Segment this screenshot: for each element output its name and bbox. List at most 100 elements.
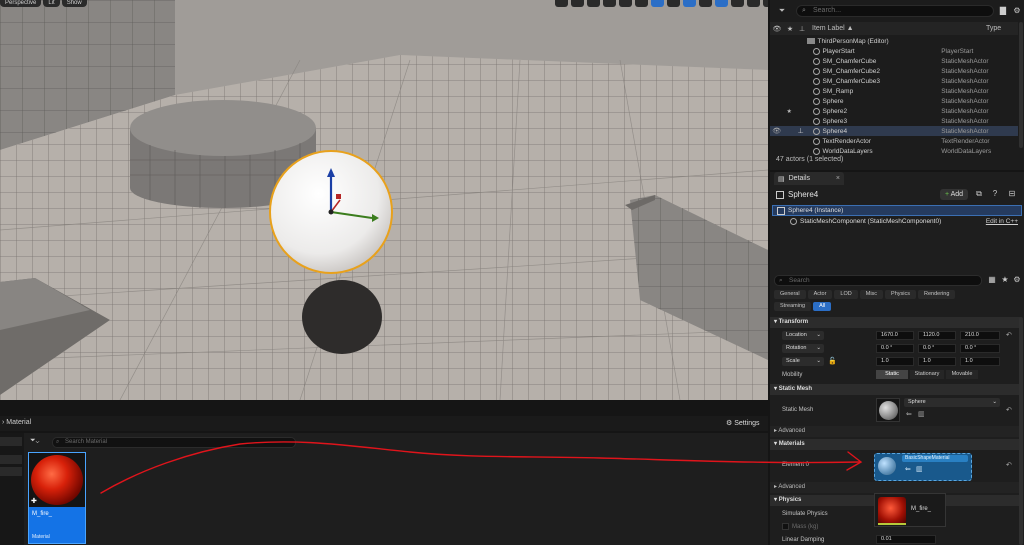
rotation-y-field[interactable]: 0.0 ° bbox=[918, 344, 956, 353]
reset-icon[interactable]: ↶ bbox=[1006, 331, 1012, 339]
gear-icon[interactable]: ⚙ bbox=[1012, 6, 1022, 15]
rotation-size-button[interactable] bbox=[699, 0, 712, 7]
category-general[interactable]: General bbox=[774, 290, 806, 299]
browse-folder-icon[interactable]: ▥ bbox=[918, 410, 925, 418]
reset-icon[interactable]: ↶ bbox=[1006, 461, 1012, 469]
grid-snap-button[interactable] bbox=[651, 0, 664, 7]
component-root[interactable]: Sphere4 (Instance) bbox=[772, 205, 1022, 216]
select-mode-button[interactable] bbox=[555, 0, 568, 7]
details-search-input[interactable]: ⌕ Search bbox=[774, 275, 982, 286]
add-component-button[interactable]: + Add bbox=[940, 189, 968, 200]
category-actor[interactable]: Actor bbox=[807, 290, 833, 299]
location-dropdown[interactable]: Location ⌄ bbox=[782, 331, 824, 340]
grid-view-icon[interactable]: ▦ bbox=[987, 275, 997, 284]
category-all[interactable]: All bbox=[813, 302, 832, 311]
item-label-column[interactable]: Item Label ▲ bbox=[808, 25, 938, 32]
outliner-row[interactable]: SM_ChamferCube3 StaticMeshActor bbox=[770, 76, 1018, 86]
lock-scale-icon[interactable]: 🔓 bbox=[828, 357, 837, 365]
rotation-dropdown[interactable]: Rotation ⌄ bbox=[782, 344, 824, 353]
help-icon[interactable]: ? bbox=[990, 189, 1000, 200]
star-icon[interactable]: ★ bbox=[1000, 275, 1010, 284]
materials-section-header[interactable]: ▾ Materials bbox=[770, 439, 1020, 450]
scale-dropdown[interactable]: Scale ⌄ bbox=[782, 357, 824, 366]
static-mesh-section-header[interactable]: ▾ Static Mesh bbox=[770, 384, 1020, 395]
pin-column-icon[interactable]: ⊥ bbox=[796, 25, 808, 33]
translate-button[interactable] bbox=[571, 0, 584, 7]
world-local-button[interactable] bbox=[619, 0, 632, 7]
outliner-scrollbar[interactable] bbox=[1019, 22, 1023, 148]
outliner-row[interactable]: Sphere3 StaticMeshActor bbox=[770, 116, 1018, 126]
outliner-row[interactable]: WorldDataLayers WorldDataLayers bbox=[770, 146, 1018, 156]
static-mesh-advanced[interactable]: ▸ Advanced bbox=[770, 426, 1020, 437]
rotation-snap-button[interactable] bbox=[683, 0, 696, 7]
scale-z-field[interactable]: 1.0 bbox=[960, 357, 1000, 366]
gear-icon[interactable]: ⚙ bbox=[1012, 275, 1022, 284]
outliner-row[interactable]: SM_ChamferCube StaticMeshActor bbox=[770, 56, 1018, 66]
outliner-row[interactable]: PlayerStart PlayerStart bbox=[770, 46, 1018, 56]
add-folder-icon[interactable]: ▇ bbox=[998, 6, 1008, 15]
asset-tile[interactable]: ✚ M_fire_ Material bbox=[28, 452, 86, 544]
location-y-field[interactable]: 1120.0 bbox=[918, 331, 956, 340]
category-lod[interactable]: LOD bbox=[834, 290, 858, 299]
scale-x-field[interactable]: 1.0 bbox=[876, 357, 914, 366]
breadcrumb[interactable]: › Material bbox=[2, 419, 31, 426]
lock-icon[interactable]: ⊟ bbox=[1007, 189, 1017, 200]
surface-snap-button[interactable] bbox=[635, 0, 648, 7]
rotation-z-field[interactable]: 0.0 ° bbox=[960, 344, 1000, 353]
materials-advanced[interactable]: ▸ Advanced bbox=[770, 482, 1020, 493]
show-button[interactable]: Show bbox=[61, 0, 87, 7]
static-mesh-dropdown[interactable]: Sphere ⌄ bbox=[904, 398, 1000, 407]
material-dropdown[interactable]: BasicShapeMaterial bbox=[902, 455, 968, 462]
static-mesh-thumbnail[interactable] bbox=[876, 398, 900, 422]
content-search-input[interactable]: ⌕ Search Material bbox=[52, 437, 296, 448]
viewport-scene[interactable] bbox=[0, 0, 768, 400]
mobility-stationary-button[interactable]: Stationary bbox=[910, 370, 944, 379]
camera-speed-button[interactable] bbox=[747, 0, 760, 7]
mobility-movable-button[interactable]: Movable bbox=[946, 370, 978, 379]
visibility-eye-icon[interactable]: 👁 bbox=[770, 127, 783, 135]
browse-arrow-icon[interactable]: ⇐ bbox=[906, 410, 912, 418]
maximize-viewport-button[interactable] bbox=[763, 0, 768, 7]
settings-button[interactable]: ⚙ Settings bbox=[726, 419, 760, 427]
filter-icon[interactable]: ⏷ bbox=[772, 6, 792, 16]
outliner-row[interactable]: SM_ChamferCube2 StaticMeshActor bbox=[770, 66, 1018, 76]
category-misc[interactable]: Misc bbox=[859, 290, 884, 299]
outliner-row[interactable]: 👁 ⊥ Sphere4 StaticMeshActor bbox=[770, 126, 1018, 136]
reset-icon[interactable]: ↶ bbox=[1006, 406, 1012, 414]
category-physics[interactable]: Physics bbox=[885, 290, 916, 299]
details-scrollbar[interactable] bbox=[1019, 317, 1023, 545]
rotate-button[interactable] bbox=[587, 0, 600, 7]
mass-checkbox[interactable] bbox=[782, 523, 789, 530]
filter-icon[interactable]: ⏷⌄ bbox=[30, 437, 39, 445]
rotation-x-field[interactable]: 0.0 ° bbox=[876, 344, 914, 353]
perspective-button[interactable]: Perspective bbox=[0, 0, 42, 7]
lit-button[interactable]: Lit bbox=[43, 0, 60, 7]
scale-size-button[interactable] bbox=[731, 0, 744, 7]
scale-y-field[interactable]: 1.0 bbox=[918, 357, 956, 366]
location-x-field[interactable]: 1670.0 bbox=[876, 331, 914, 340]
browse-arrow-icon[interactable]: ⇐ bbox=[905, 465, 911, 473]
linear-damping-field[interactable]: 0.01 bbox=[876, 535, 936, 544]
tab-details[interactable]: ▤ Details × bbox=[774, 172, 844, 185]
grid-size-button[interactable] bbox=[667, 0, 680, 7]
visibility-column-icon[interactable]: 👁 bbox=[770, 25, 784, 33]
outliner-row[interactable]: ThirdPersonMap (Editor) bbox=[770, 36, 1018, 46]
outliner-row[interactable]: Sphere StaticMeshActor bbox=[770, 96, 1018, 106]
edit-in-cpp-link[interactable]: Edit in C++ bbox=[986, 218, 1018, 225]
category-rendering[interactable]: Rendering bbox=[918, 290, 956, 299]
outliner-row[interactable]: SM_Ramp StaticMeshActor bbox=[770, 86, 1018, 96]
type-column[interactable]: Type bbox=[938, 25, 1001, 32]
transform-section-header[interactable]: ▾ Transform bbox=[770, 317, 1020, 328]
blueprint-icon[interactable]: ⧉ bbox=[974, 189, 984, 200]
location-z-field[interactable]: 210.0 bbox=[960, 331, 1000, 340]
pin-icon[interactable]: ⊥ bbox=[795, 127, 807, 135]
star-column-icon[interactable]: ★ bbox=[784, 25, 796, 33]
scale-button[interactable] bbox=[603, 0, 616, 7]
outliner-search-input[interactable]: ⌕ Search... bbox=[796, 4, 994, 17]
outliner-row[interactable]: TextRenderActor TextRenderActor bbox=[770, 136, 1018, 146]
component-static-mesh[interactable]: StaticMeshComponent (StaticMeshComponent… bbox=[772, 216, 1022, 227]
level-viewport[interactable]: Perspective Lit Show bbox=[0, 0, 768, 400]
category-streaming[interactable]: Streaming bbox=[774, 302, 812, 311]
close-icon[interactable]: × bbox=[836, 175, 840, 182]
outliner-row[interactable]: ★ Sphere2 StaticMeshActor bbox=[770, 106, 1018, 116]
